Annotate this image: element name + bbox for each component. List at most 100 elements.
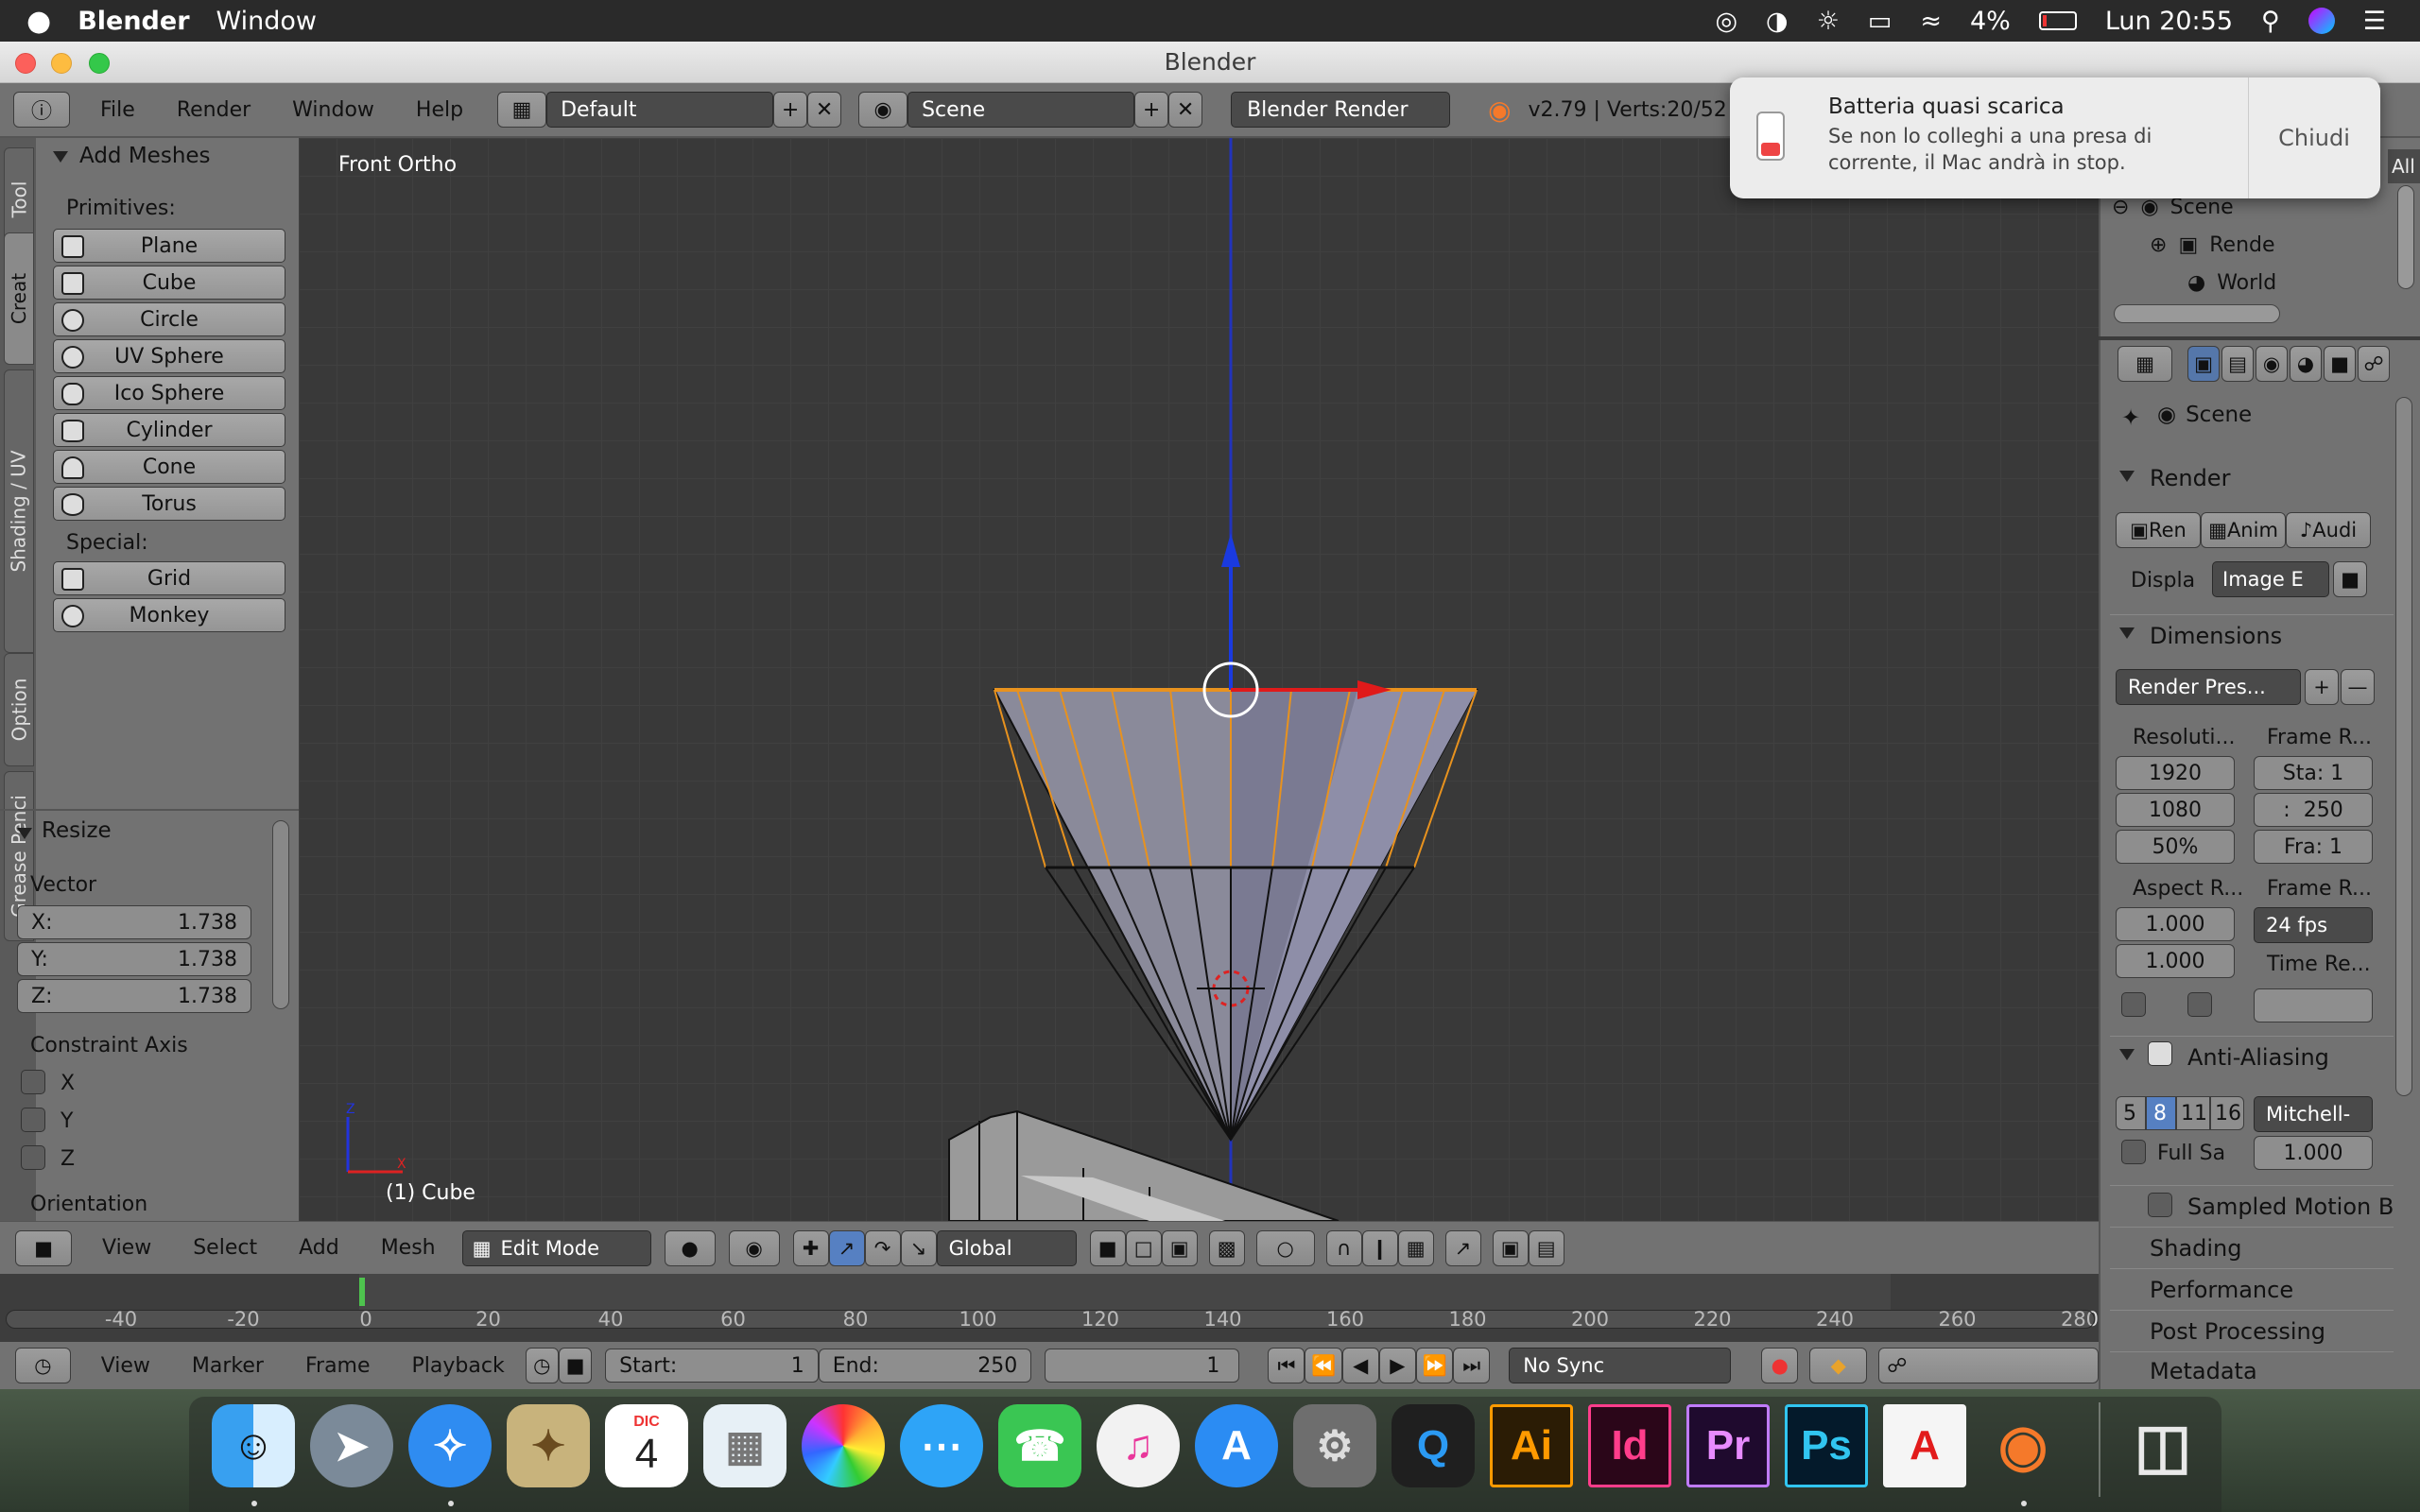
blender-icon[interactable]: ◉: [1981, 1404, 2065, 1487]
add-cylinder-button[interactable]: Cylinder: [53, 413, 285, 447]
menu-file[interactable]: File: [79, 98, 156, 122]
add-grid-button[interactable]: Grid: [53, 561, 285, 595]
manipulator-toggle[interactable]: ✚: [792, 1229, 829, 1266]
timeline-menu-frame[interactable]: Frame: [285, 1354, 391, 1378]
jump-start-button[interactable]: ⏮: [1268, 1348, 1305, 1383]
remove-preset-button[interactable]: —: [2341, 669, 2375, 705]
render-anim-icon[interactable]: ▤: [1528, 1229, 1564, 1266]
current-frame-indicator[interactable]: [359, 1278, 365, 1306]
face-select-icon[interactable]: ▣: [1161, 1229, 1198, 1266]
border-checkbox[interactable]: [2121, 992, 2146, 1017]
metadata-panel-header[interactable]: Metadata: [2110, 1351, 2394, 1389]
jump-end-button[interactable]: ⏭: [1453, 1348, 1491, 1383]
time-remap-field[interactable]: [2254, 988, 2373, 1022]
timeline-menu-playback[interactable]: Playback: [391, 1354, 526, 1378]
resize-panel-header[interactable]: Resize: [0, 818, 112, 843]
jump-keyframe-forward-button[interactable]: ⏩: [1415, 1348, 1454, 1383]
add-monkey-button[interactable]: Monkey: [53, 598, 285, 632]
siri-icon[interactable]: [2308, 8, 2335, 34]
end-frame-field[interactable]: End: 250: [818, 1349, 1032, 1383]
resize-z-field[interactable]: Z: 1.738: [17, 979, 251, 1013]
snap-element-dropdown[interactable]: ❙: [1361, 1229, 1398, 1266]
illustrator-icon[interactable]: Ai: [1490, 1404, 1573, 1487]
translate-manipulator[interactable]: ↗: [828, 1229, 865, 1266]
add-cube-button[interactable]: Cube: [53, 266, 285, 300]
render-tab-icon[interactable]: ▣: [2187, 346, 2220, 382]
editor-type-timeline-icon[interactable]: ◷: [15, 1348, 71, 1383]
status-icon-1[interactable]: ◎: [1715, 7, 1737, 36]
minimize-window-button[interactable]: [51, 53, 72, 74]
apple-icon[interactable]: ●: [26, 5, 51, 38]
add-circle-button[interactable]: Circle: [53, 302, 285, 336]
outliner-vscroll[interactable]: [2397, 185, 2414, 289]
3d-viewport[interactable]: Front Ortho Z X (1) Cube: [299, 138, 2099, 1221]
render-engine-dropdown[interactable]: Blender Render: [1231, 92, 1451, 128]
battery-icon[interactable]: [2038, 11, 2077, 30]
collapse-icon[interactable]: ⊖: [2112, 196, 2129, 219]
airplay-icon[interactable]: ▭: [1868, 7, 1893, 36]
outliner-item-render[interactable]: ⊕ ▣ Rende: [2150, 229, 2395, 261]
frame-step-field[interactable]: Fra: 1: [2254, 830, 2373, 864]
timeline-menu-view[interactable]: View: [80, 1354, 171, 1378]
tab-create[interactable]: Creat: [4, 232, 34, 365]
pivot-point-dropdown[interactable]: ◉: [728, 1229, 780, 1266]
render-still-icon[interactable]: ▣: [1492, 1229, 1529, 1266]
preview-range-icon[interactable]: ◷: [525, 1348, 559, 1383]
rotate-manipulator[interactable]: ↷: [864, 1229, 901, 1266]
aa-samples-11[interactable]: 11: [2176, 1096, 2210, 1130]
performance-panel-header[interactable]: Performance: [2110, 1268, 2394, 1310]
outliner-item-world[interactable]: ◕ World: [2187, 266, 2395, 299]
scene-tab-icon[interactable]: ◉: [2256, 346, 2288, 382]
viewport-scene[interactable]: [299, 138, 2099, 1221]
screen-layout-icon[interactable]: ▦: [497, 92, 547, 128]
anti-aliasing-panel-header[interactable]: Anti-Aliasing: [2110, 1036, 2394, 1077]
safari-icon[interactable]: ✧: [408, 1404, 492, 1487]
finder-icon[interactable]: ☺: [212, 1404, 295, 1487]
viewport-shading-dropdown[interactable]: ●: [664, 1229, 716, 1266]
properties-scrollbar[interactable]: [2395, 397, 2412, 1096]
resize-y-field[interactable]: Y: 1.738: [17, 942, 251, 976]
snap-toggle-icon[interactable]: ∩: [1325, 1229, 1362, 1266]
menu-view[interactable]: View: [81, 1236, 172, 1260]
aspect-y-field[interactable]: 1.000: [2116, 944, 2235, 978]
aa-samples-5[interactable]: 5: [2116, 1096, 2146, 1130]
add-uv-sphere-button[interactable]: UV Sphere: [53, 339, 285, 373]
editor-type-info-icon[interactable]: ⓘ: [13, 92, 70, 128]
toolshelf-scrollbar[interactable]: [272, 820, 289, 1009]
resolution-y-field[interactable]: 1080: [2116, 793, 2235, 827]
menu-select[interactable]: Select: [172, 1236, 278, 1260]
current-frame-field[interactable]: 1: [1045, 1349, 1240, 1383]
edge-select-icon[interactable]: □: [1125, 1229, 1162, 1266]
display-dropdown[interactable]: Image E: [2212, 561, 2329, 597]
scene-icon[interactable]: ◉: [858, 92, 908, 128]
keying-set-field[interactable]: ☍: [1878, 1348, 2099, 1383]
play-reverse-button[interactable]: ◀: [1341, 1348, 1379, 1383]
sampled-motion-blur-panel-header[interactable]: Sampled Motion Bl: [2110, 1185, 2394, 1227]
clock[interactable]: Lun 20:55: [2105, 7, 2233, 36]
menu-render[interactable]: Render: [156, 98, 271, 122]
aa-filter-dropdown[interactable]: Mitchell-: [2254, 1096, 2373, 1132]
outliner-all-button[interactable]: All: [2388, 149, 2420, 183]
trash-icon[interactable]: ◫: [2121, 1404, 2204, 1487]
transform-orientation-dropdown[interactable]: Global: [936, 1229, 1077, 1266]
crop-checkbox[interactable]: [2187, 992, 2212, 1017]
resolution-x-field[interactable]: 1920: [2116, 756, 2235, 790]
resolution-percent-field[interactable]: 50%: [2116, 830, 2235, 864]
vertex-select-icon[interactable]: ■: [1089, 1229, 1126, 1266]
add-ico-sphere-button[interactable]: Ico Sphere: [53, 376, 285, 410]
menu-mesh[interactable]: Mesh: [360, 1236, 457, 1260]
pin-icon[interactable]: ✦: [2121, 404, 2140, 431]
delete-screen-button[interactable]: ✕: [807, 92, 842, 128]
add-preset-button[interactable]: +: [2305, 669, 2339, 705]
menu-window[interactable]: Window: [216, 7, 317, 36]
tab-shading-uv[interactable]: Shading / UV: [4, 369, 34, 653]
photoshop-icon[interactable]: Ps: [1785, 1404, 1868, 1487]
add-plane-button[interactable]: Plane: [53, 229, 285, 263]
start-frame-field[interactable]: Start: 1: [605, 1349, 819, 1383]
sync-icon[interactable]: ☼: [1817, 7, 1840, 36]
dimensions-panel-header[interactable]: Dimensions: [2110, 614, 2394, 656]
acrobat-icon[interactable]: A: [1883, 1404, 1966, 1487]
quicktime-icon[interactable]: Q: [1392, 1404, 1475, 1487]
render-button[interactable]: ▣ Ren: [2116, 512, 2201, 548]
filter-size-field[interactable]: 1.000: [2254, 1136, 2373, 1170]
